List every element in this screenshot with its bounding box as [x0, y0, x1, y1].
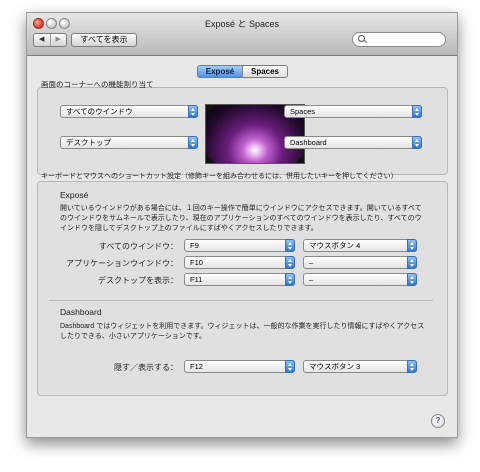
- popup-arrows-icon: [188, 136, 198, 149]
- tab-expose[interactable]: Exposé: [198, 66, 242, 77]
- show-desktop-key-value: F11: [190, 275, 203, 284]
- search-field[interactable]: [352, 32, 446, 47]
- corner-bottom-left-popup[interactable]: デスクトップ: [60, 136, 198, 149]
- corner-bottom-right-popup[interactable]: Dashboard: [284, 136, 422, 149]
- expose-description: 開いているウインドウがある場合には、１回のキー操作で簡単にウインドウにアクセスで…: [60, 205, 422, 232]
- popup-arrows-icon: [407, 273, 417, 286]
- hide-show-key-value: F12: [190, 362, 203, 371]
- window-title: Exposé と Spaces: [204, 19, 280, 29]
- back-arrow-icon[interactable]: ◀: [34, 34, 50, 46]
- application-windows-label: アプリケーションウインドウ：: [66, 259, 178, 268]
- popup-arrows-icon: [285, 273, 295, 286]
- show-desktop-mouse-value: –: [309, 275, 314, 284]
- show-desktop-label: デスクトップを表示：: [98, 276, 178, 285]
- forward-arrow-icon[interactable]: ▶: [49, 34, 67, 46]
- popup-arrows-icon: [412, 136, 422, 149]
- all-windows-mouse-value: マウスボタン 4: [309, 241, 361, 250]
- corner-tl-marker: [206, 105, 215, 114]
- popup-arrows-icon: [285, 256, 295, 269]
- popup-arrows-icon: [407, 256, 417, 269]
- search-icon: [358, 35, 365, 42]
- corner-bottom-right-value: Dashboard: [290, 138, 327, 147]
- popup-arrows-icon: [285, 360, 295, 373]
- show-desktop-key-popup[interactable]: F11: [184, 273, 295, 286]
- expose-heading: Exposé: [60, 190, 89, 200]
- tab-control: Exposé Spaces: [197, 65, 288, 78]
- corner-top-right-value: Spaces: [290, 107, 316, 116]
- shortcuts-label: キーボードとマウスへのショートカット設定（修飾キーを組み合わせるには、併用したい…: [41, 173, 398, 180]
- corners-label: 画面のコーナーへの機能割り当て: [41, 80, 154, 89]
- all-windows-label: すべてのウインドウ：: [98, 242, 178, 251]
- all-windows-key-value: F9: [190, 241, 199, 250]
- search-input[interactable]: [368, 34, 440, 44]
- corner-bl-marker: [206, 154, 215, 163]
- tab-spaces[interactable]: Spaces: [242, 66, 287, 77]
- hide-show-key-popup[interactable]: F12: [184, 360, 295, 373]
- preferences-window: Exposé と Spaces ◀ ▶ すべてを表示 Exposé Spaces…: [26, 12, 458, 438]
- corner-top-right-popup[interactable]: Spaces: [284, 105, 422, 118]
- application-windows-key-value: F10: [190, 258, 203, 267]
- all-windows-mouse-popup[interactable]: マウスボタン 4: [303, 239, 417, 252]
- corner-bottom-left-value: デスクトップ: [66, 138, 111, 147]
- application-windows-key-popup[interactable]: F10: [184, 256, 295, 269]
- section-divider: [49, 300, 433, 301]
- application-windows-mouse-popup[interactable]: –: [303, 256, 417, 269]
- title-bar: Exposé と Spaces ◀ ▶ すべてを表示: [27, 13, 457, 56]
- help-button[interactable]: ?: [431, 414, 445, 428]
- hide-show-label: 隠す／表示する：: [114, 363, 178, 372]
- show-desktop-mouse-popup[interactable]: –: [303, 273, 417, 286]
- nav-buttons: ◀ ▶: [33, 33, 67, 47]
- popup-arrows-icon: [285, 239, 295, 252]
- corner-top-left-popup[interactable]: すべてのウインドウ: [60, 105, 198, 118]
- popup-arrows-icon: [412, 105, 422, 118]
- dashboard-heading: Dashboard: [60, 307, 102, 317]
- hide-show-mouse-value: マウスボタン 3: [309, 362, 361, 371]
- hide-show-mouse-popup[interactable]: マウスボタン 3: [303, 360, 417, 373]
- dashboard-description: Dashboard ではウィジェットを利用できます。ウィジェットは、一般的な作業…: [60, 323, 425, 340]
- corner-br-marker: [295, 154, 304, 163]
- popup-arrows-icon: [407, 360, 417, 373]
- all-windows-key-popup[interactable]: F9: [184, 239, 295, 252]
- popup-arrows-icon: [188, 105, 198, 118]
- corner-top-left-value: すべてのウインドウ: [66, 107, 133, 116]
- show-all-button[interactable]: すべてを表示: [71, 33, 137, 47]
- popup-arrows-icon: [407, 239, 417, 252]
- application-windows-mouse-value: –: [309, 258, 314, 267]
